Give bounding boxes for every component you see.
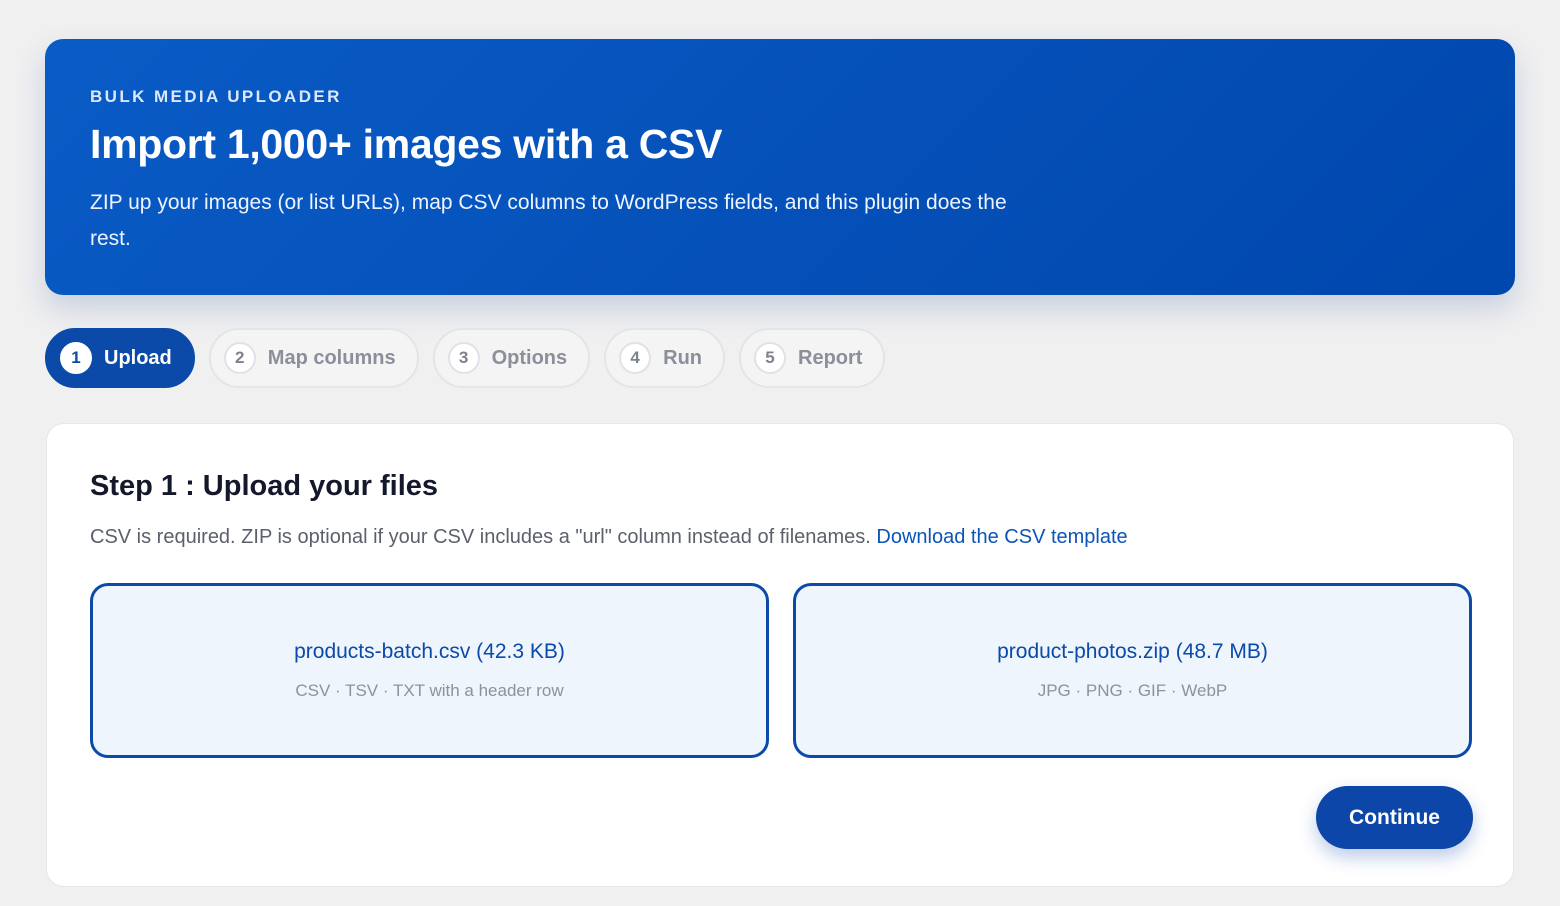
- hero-banner: BULK MEDIA UPLOADER Import 1,000+ images…: [45, 39, 1515, 295]
- hero-subtitle: ZIP up your images (or list URLs), map C…: [90, 191, 1007, 250]
- zip-filename: product-photos.zip (48.7 MB): [997, 640, 1268, 663]
- step-label: Upload: [104, 346, 172, 369]
- card-description: CSV is required. ZIP is optional if your…: [90, 526, 1128, 549]
- step-number: 3: [447, 342, 480, 374]
- csv-filename: products-batch.csv (42.3 KB): [294, 640, 565, 663]
- step-label: Report: [798, 346, 863, 369]
- step-number: 4: [619, 342, 652, 374]
- card-title: Step 1 : Upload your files: [90, 470, 439, 502]
- csv-dropzone[interactable]: products-batch.csv (42.3 KB) CSV · TSV ·…: [90, 583, 769, 758]
- step-options[interactable]: 3 Options: [432, 328, 591, 388]
- continue-button[interactable]: Continue: [1316, 786, 1473, 849]
- step-number: 2: [223, 342, 256, 374]
- page-title: Import 1,000+ images with a CSV: [90, 121, 723, 167]
- hero-eyebrow: BULK MEDIA UPLOADER: [90, 87, 342, 106]
- zip-dropzone[interactable]: product-photos.zip (48.7 MB) JPG · PNG ·…: [793, 583, 1472, 758]
- step-label: Options: [491, 346, 568, 369]
- step-report[interactable]: 5 Report: [739, 328, 886, 388]
- step-label: Run: [663, 346, 703, 369]
- upload-card: Step 1 : Upload your files CSV is requir…: [46, 423, 1514, 887]
- step-upload[interactable]: 1 Upload: [45, 328, 195, 388]
- zip-format-hint: JPG · PNG · GIF · WebP: [1037, 681, 1228, 700]
- step-map-columns[interactable]: 2 Map columns: [208, 328, 419, 388]
- step-number: 5: [754, 342, 787, 374]
- download-template-link[interactable]: Download the CSV template: [876, 526, 1127, 548]
- step-number: 1: [60, 342, 92, 374]
- csv-format-hint: CSV · TSV · TXT with a header row: [295, 681, 564, 700]
- card-description-text: CSV is required. ZIP is optional if your…: [90, 526, 871, 548]
- step-label: Map columns: [267, 346, 396, 369]
- step-run[interactable]: 4 Run: [604, 328, 726, 388]
- step-navigation: 1 Upload 2 Map columns 3 Options 4 Run 5…: [45, 328, 886, 388]
